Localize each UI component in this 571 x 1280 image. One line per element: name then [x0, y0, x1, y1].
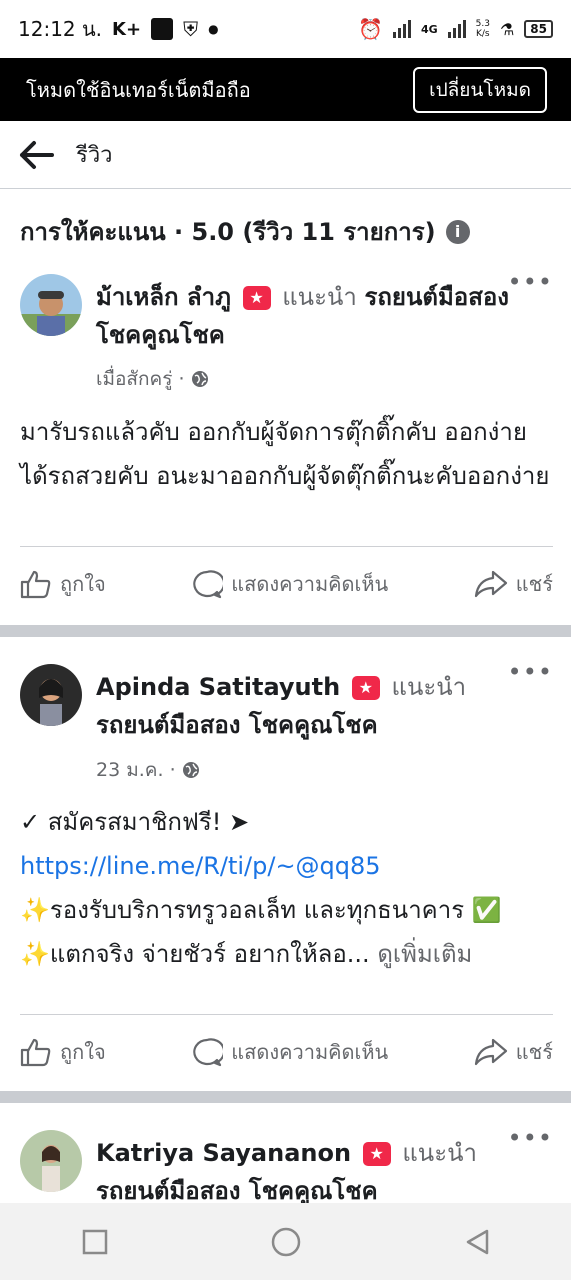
- recommends-label: แนะนำ: [282, 283, 357, 311]
- signal-2-icon: [447, 20, 466, 38]
- avatar[interactable]: [20, 274, 82, 336]
- share-label: แชร์: [515, 572, 553, 596]
- review-header: ม้าเหล็ก ลำภู ★ แนะนำ รถยนต์มือสอง โชคคู…: [96, 278, 511, 354]
- app-notification-icon: [151, 18, 174, 40]
- comment-icon: [193, 1038, 224, 1067]
- recommend-badge-icon: ★: [351, 676, 380, 700]
- review-meta: เมื่อสักครู่ ·: [96, 364, 209, 394]
- page-name[interactable]: รถยนต์มือสอง โชคคูณโชค: [96, 1177, 378, 1205]
- review-text: ✓ สมัครสมาชิกฟรี! ➤ https://line.me/R/ti…: [20, 800, 553, 976]
- share-label: แชร์: [515, 1040, 553, 1064]
- share-icon: [474, 570, 507, 598]
- more-options-icon[interactable]: •••: [508, 658, 553, 686]
- section-divider: [0, 625, 571, 637]
- rating-summary-text: การให้คะแนน · 5.0 (รีวิว 11 รายการ): [20, 218, 436, 246]
- recommend-badge-icon: ★: [362, 1142, 391, 1166]
- status-bar: 12:12 น. K+ ⛨ ● ⏰ 4G 5.3 K/s ⚗ 85: [0, 0, 571, 58]
- network-speed: 5.3 K/s: [475, 19, 490, 39]
- like-label: ถูกใจ: [60, 572, 106, 596]
- comment-icon: [193, 570, 224, 599]
- network-type: 4G: [420, 22, 438, 36]
- notification-dot-icon: ●: [208, 22, 219, 36]
- like-label: ถูกใจ: [60, 1040, 106, 1064]
- recommends-label: แนะนำ: [402, 1139, 477, 1167]
- recommends-label: แนะนำ: [391, 673, 467, 701]
- bluetooth-icon: ⚗: [499, 19, 515, 39]
- globe-icon: [182, 762, 199, 778]
- switch-mode-button[interactable]: เปลี่ยนโหมด: [413, 66, 547, 113]
- review-time: เมื่อสักครู่ ·: [96, 368, 185, 390]
- section-divider: [0, 1091, 571, 1103]
- avatar[interactable]: [20, 1130, 82, 1192]
- review-header: Apinda Satitayuth ★ แนะนำ รถยนต์มือสอง โ…: [96, 668, 511, 744]
- more-options-icon[interactable]: •••: [508, 268, 553, 296]
- more-options-icon[interactable]: •••: [508, 1124, 553, 1152]
- page-name[interactable]: รถยนต์มือสอง โชคคูณโชค: [96, 711, 378, 739]
- review-line: ✨รองรับบริการทรูวอลเล็ท และทุกธนาคาร ✅: [20, 896, 502, 924]
- share-button[interactable]: แชร์: [474, 568, 553, 600]
- review-header: Katriya Sayananon ★ แนะนำ รถยนต์มือสอง โ…: [96, 1134, 511, 1210]
- see-more-link[interactable]: ดูเพิ่มเติม: [377, 940, 472, 968]
- like-button[interactable]: ถูกใจ: [20, 568, 106, 600]
- globe-icon: [191, 371, 208, 387]
- review-line: ✨แตกจริง จ่ายชัวร์ อยากให้ลอ... ดูเพิ่มเ…: [20, 940, 473, 968]
- review-actions: ถูกใจ แสดงความคิดเห็น แชร์: [20, 546, 553, 621]
- comment-label: แสดงความคิดเห็น: [231, 1040, 389, 1064]
- recent-apps-icon[interactable]: [81, 1228, 109, 1256]
- comment-button[interactable]: แสดงความคิดเห็น: [191, 1036, 388, 1068]
- status-time: 12:12 น.: [18, 17, 103, 41]
- info-icon[interactable]: i: [445, 219, 470, 244]
- review-line: ✓ สมัครสมาชิกฟรี! ➤: [20, 808, 250, 836]
- home-icon[interactable]: [270, 1226, 302, 1258]
- battery-icon: 85: [524, 20, 553, 38]
- rating-summary: การให้คะแนน · 5.0 (รีวิว 11 รายการ) i: [20, 212, 470, 251]
- review-text: มารับรถแล้วคับ ออกกับผู้จัดการตุ๊กติ๊กคั…: [20, 418, 550, 490]
- reviewer-name[interactable]: Apinda Satitayuth: [96, 673, 340, 701]
- mobile-data-mode-bar: โหมดใช้อินเทอร์เน็ตมือถือ เปลี่ยนโหมด: [0, 58, 571, 121]
- signal-icon: [392, 20, 411, 38]
- mode-bar-text: โหมดใช้อินเทอร์เน็ตมือถือ: [26, 77, 251, 102]
- reviewer-name[interactable]: ม้าเหล็ก ลำภู: [96, 283, 231, 311]
- share-icon: [474, 1038, 507, 1066]
- share-button[interactable]: แชร์: [474, 1036, 553, 1068]
- comment-label: แสดงความคิดเห็น: [231, 572, 389, 596]
- review-meta: 23 ม.ค. ·: [96, 755, 200, 785]
- alarm-icon: ⏰: [358, 17, 383, 41]
- reviewer-name[interactable]: Katriya Sayananon: [96, 1139, 351, 1167]
- back-icon[interactable]: [463, 1228, 491, 1256]
- like-button[interactable]: ถูกใจ: [20, 1036, 106, 1068]
- page-title: รีวิว: [76, 143, 113, 168]
- carrier-icon: K+: [112, 18, 142, 40]
- shield-icon: ⛨: [183, 17, 199, 41]
- avatar[interactable]: [20, 664, 82, 726]
- review-time: 23 ม.ค. ·: [96, 759, 176, 781]
- top-navigation: รีวิว: [0, 121, 571, 189]
- recommend-badge-icon: ★: [242, 286, 271, 310]
- review-link[interactable]: https://line.me/R/ti/p/~@qq85: [20, 844, 553, 888]
- thumbs-up-icon: [20, 570, 51, 599]
- back-arrow-icon[interactable]: [18, 135, 58, 175]
- system-navigation-bar: [0, 1203, 571, 1280]
- review-actions: ถูกใจ แสดงความคิดเห็น แชร์: [20, 1014, 553, 1089]
- thumbs-up-icon: [20, 1038, 51, 1067]
- comment-button[interactable]: แสดงความคิดเห็น: [191, 568, 388, 600]
